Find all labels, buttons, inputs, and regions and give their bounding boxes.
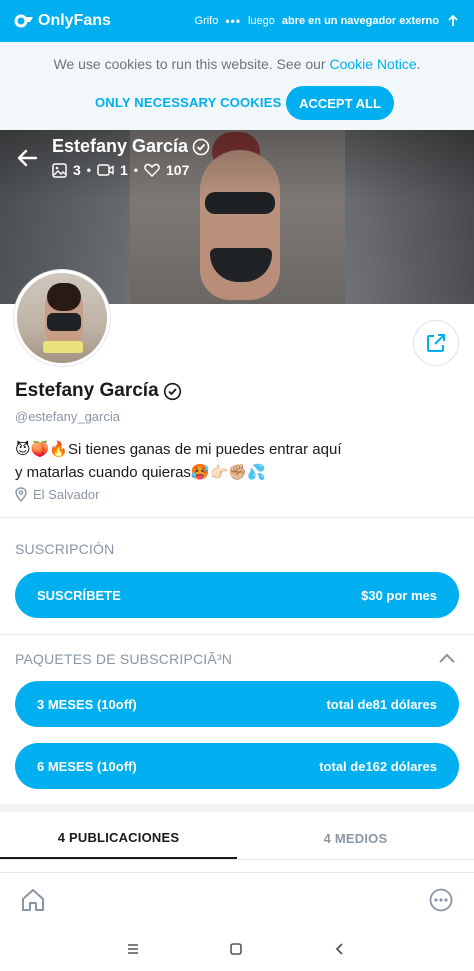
subscribe-price: $30 por mes: [361, 587, 437, 603]
stat-separator: •: [86, 163, 91, 177]
avatar-clothing: [47, 313, 81, 331]
cookie-banner: We use cookies to run this website. See …: [0, 42, 474, 130]
onlyfans-logo-icon: [14, 14, 33, 28]
browser-name: Grifo: [194, 15, 219, 27]
avatar-hair: [47, 283, 81, 311]
share-button[interactable]: [413, 320, 459, 366]
location-text: El Salvador: [33, 487, 100, 502]
subscribe-label: SUSCRÍBETE: [37, 587, 121, 603]
bio-line: y matarlas cuando quieras🥵👉🏻✊🏼💦: [15, 464, 266, 481]
videos-count: 1: [120, 162, 128, 178]
subscription-title: SUSCRIPCIÓN: [15, 541, 115, 557]
bundle-6-months-button[interactable]: 6 MESES (10off) total de162 dólares: [15, 743, 459, 789]
system-navigation-bar: [0, 928, 474, 971]
stat-separator: •: [133, 163, 138, 177]
bundle-price: total de162 dólares: [319, 758, 437, 774]
bundle-price: total de81 dólares: [326, 696, 437, 712]
divider: [0, 634, 474, 635]
username: @estefany_garcia: [15, 409, 120, 424]
only-necessary-cookies-button[interactable]: ONLY NECESSARY COOKIES: [95, 95, 281, 110]
accept-all-button[interactable]: ACCEPT ALL: [286, 86, 394, 120]
arrow-left-icon[interactable]: [14, 146, 40, 170]
avatar[interactable]: [14, 270, 110, 366]
top-bar: OnlyFans Grifo ••• luego abre en un nave…: [0, 0, 474, 42]
bio-line: 😈🍑🔥Si tienes ganas de mi puedes entrar a…: [15, 441, 342, 458]
profile-name: Estefany García: [15, 380, 182, 402]
photos-count: 3: [73, 162, 81, 178]
tab-media[interactable]: 4 MEDIOS: [237, 818, 474, 859]
subscribe-button[interactable]: SUSCRÍBETE $30 por mes: [15, 572, 459, 618]
home-button-icon[interactable]: [227, 940, 245, 958]
avatar-pillow: [43, 341, 83, 353]
share-icon: [427, 334, 445, 352]
then-text: luego: [247, 15, 275, 27]
cover-name-text: Estefany García: [52, 136, 189, 156]
divider: [0, 517, 474, 518]
cookie-text: We use cookies to run this website. See …: [0, 56, 474, 72]
cookie-period: .: [416, 56, 421, 72]
recent-apps-icon[interactable]: [124, 940, 142, 958]
back-button-icon[interactable]: [331, 940, 349, 958]
content-tabs: 4 PUBLICACIONES 4 MEDIOS: [0, 818, 474, 860]
cookie-notice-link[interactable]: Cookie Notice: [329, 56, 416, 72]
more-icon[interactable]: [429, 888, 453, 912]
image-icon: [52, 162, 67, 178]
cover-name: Estefany García: [52, 136, 210, 157]
brand-logo[interactable]: OnlyFans: [14, 12, 111, 30]
cookie-message: We use cookies to run this website. See …: [53, 56, 330, 72]
location: El Salvador: [15, 487, 99, 502]
bundles-title: PAQUETES DE SUBSCRIPCIÃ³N: [15, 651, 233, 667]
bio: 😈🍑🔥Si tienes ganas de mi puedes entrar a…: [15, 438, 455, 484]
brand-name: OnlyFans: [38, 12, 111, 29]
heart-icon: [144, 163, 160, 177]
cover-stats: 3 • 1 • 107: [52, 162, 189, 178]
home-icon[interactable]: [20, 887, 46, 913]
video-icon: [97, 164, 114, 176]
open-external-text: abre en un navegador externo: [281, 15, 439, 27]
location-pin-icon: [15, 487, 27, 502]
verified-badge-icon: [163, 382, 181, 400]
bottom-nav: [0, 872, 474, 928]
verified-badge-icon: [192, 138, 210, 155]
bundle-3-months-button[interactable]: 3 MESES (10off) total de81 dólares: [15, 681, 459, 727]
likes-count: 107: [166, 162, 190, 178]
bundle-label: 6 MESES (10off): [37, 758, 137, 774]
profile-name-text: Estefany García: [15, 380, 159, 401]
tab-posts[interactable]: 4 PUBLICACIONES: [0, 818, 237, 859]
chevron-up-icon[interactable]: [438, 652, 456, 664]
menu-dots: •••: [225, 14, 241, 28]
open-in-browser-hint[interactable]: Grifo ••• luego abre en un navegador ext…: [195, 14, 460, 28]
section-spacer: [0, 804, 474, 812]
bundle-label: 3 MESES (10off): [37, 696, 137, 712]
arrow-up-icon: [448, 14, 458, 26]
